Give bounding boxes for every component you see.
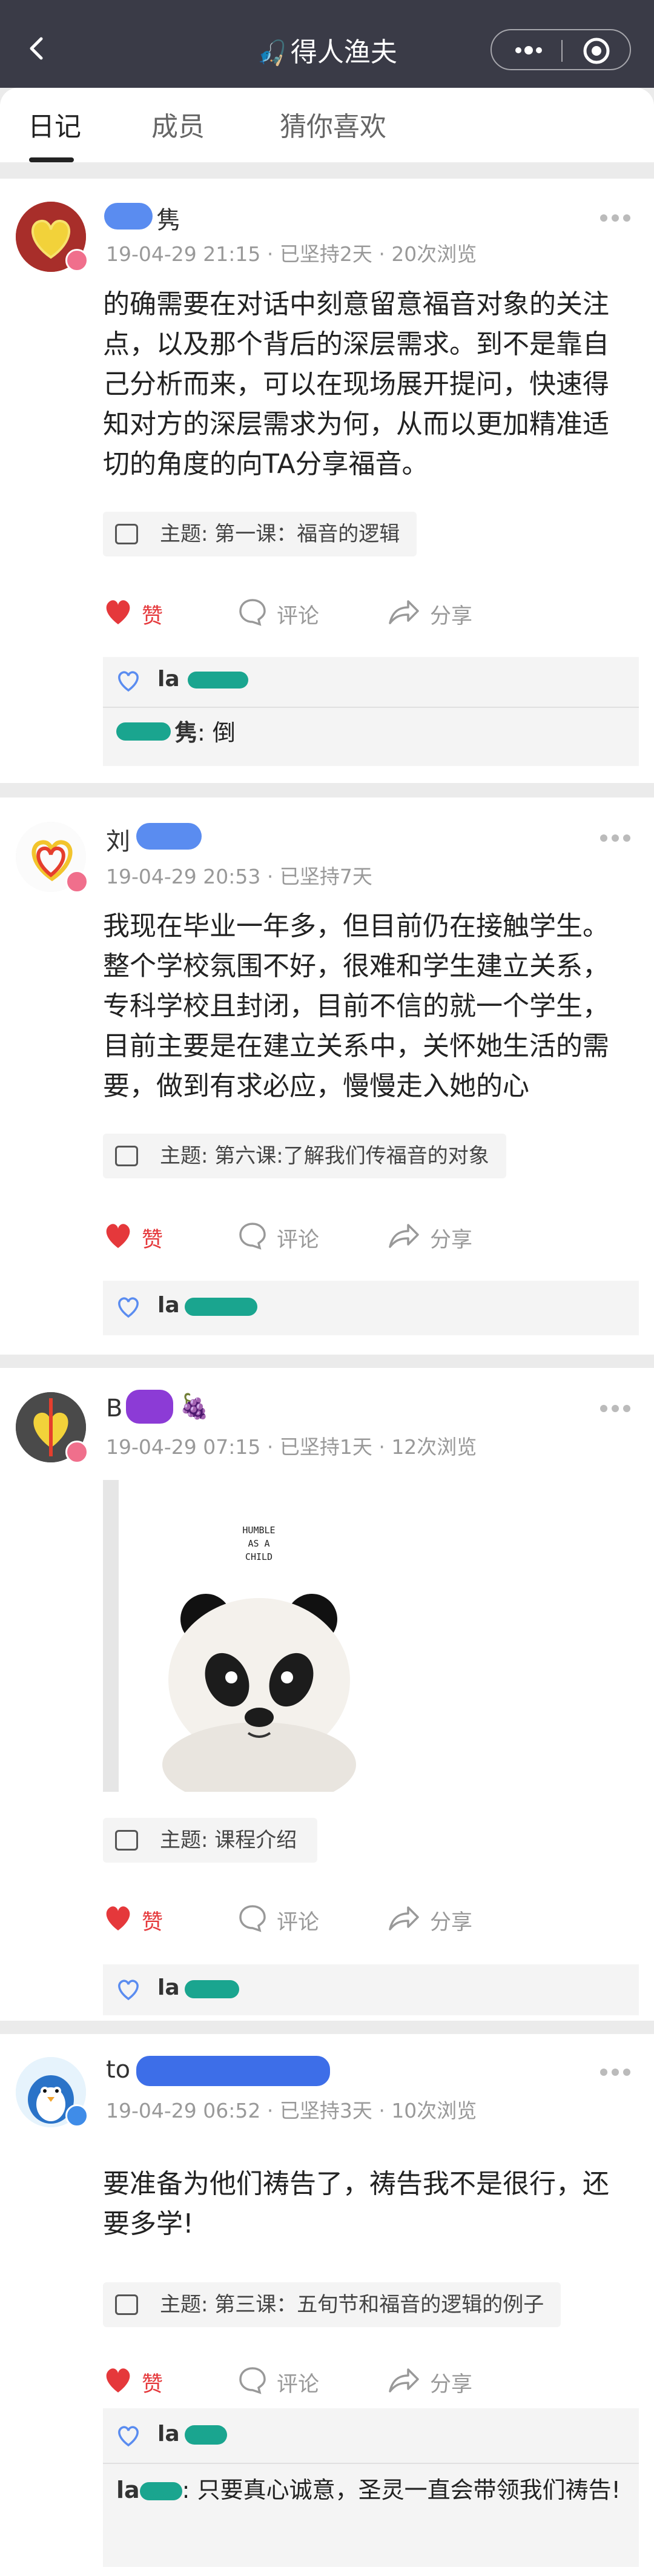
divider [103, 2463, 639, 2464]
heart-outline-icon [118, 2426, 139, 2447]
like-button[interactable]: 赞 [103, 1221, 176, 1252]
diary-post: B 🍇 19-04-29 07:15 · 已坚持1天 · 12次浏览 HUMBL… [0, 1368, 654, 2021]
liker-name[interactable]: la [157, 1975, 180, 2000]
redacted-name [139, 2482, 182, 2500]
topic-tag[interactable]: 主题: 第六课:了解我们传福音的对象 [103, 1134, 506, 1178]
comment-bubble-icon [239, 1905, 266, 1932]
redacted-name [136, 823, 202, 850]
post-meta: 19-04-29 20:53 · 已坚持7天 [106, 865, 372, 888]
capsule-divider [561, 40, 563, 62]
heart-filled-icon [106, 2368, 130, 2393]
topic-tag[interactable]: 主题: 课程介绍 [103, 1818, 318, 1863]
close-target-icon[interactable] [583, 37, 610, 65]
redacted-name [136, 2056, 330, 2086]
heart-outline-icon [118, 1980, 139, 2001]
share-button[interactable]: 分享 [388, 2366, 484, 2397]
likes-list: la [103, 1281, 639, 1335]
share-button[interactable]: 分享 [388, 598, 484, 629]
gender-badge [65, 1441, 88, 1464]
redacted-name [104, 203, 153, 230]
gender-badge [65, 2104, 88, 2127]
topic-tag[interactable]: 主题: 第一课：福音的逻辑 [103, 512, 417, 556]
tab-recommended[interactable]: 猜你喜欢 [280, 105, 386, 144]
redacted-name [185, 2425, 227, 2445]
post-more-icon[interactable] [600, 2068, 631, 2076]
likes-and-comments: la la: 只要真心诚意，圣灵一直会带领我们祷告! [103, 2408, 639, 2567]
share-button[interactable]: 分享 [388, 1221, 484, 1252]
post-more-icon[interactable] [600, 214, 631, 222]
share-arrow-icon [389, 2368, 419, 2393]
comment-button[interactable]: 评论 [238, 1904, 335, 1935]
tab-diary[interactable]: 日记 [28, 105, 81, 144]
mini-program-capsule [490, 29, 631, 70]
liker-name[interactable]: la [157, 2422, 180, 2446]
share-button[interactable]: 分享 [388, 1904, 484, 1935]
user-name[interactable]: B [106, 1395, 122, 1422]
redacted-name [126, 1390, 173, 1424]
share-arrow-icon [389, 600, 419, 624]
post-more-icon[interactable] [600, 834, 631, 842]
redacted-name [116, 722, 171, 741]
share-arrow-icon [389, 1906, 419, 1930]
tab-bar: 日记 成员 猜你喜欢 [0, 88, 654, 163]
top-navigation-bar: 🎣 得人渔夫 [0, 0, 654, 88]
comment[interactable]: la: 只要真心诚意，圣灵一直会带领我们祷告! [116, 2470, 626, 2510]
heart-outline-icon [118, 671, 139, 692]
liker-name[interactable]: la [157, 667, 180, 692]
diary-post: to 19-04-29 06:52 · 已坚持3天 · 10次浏览 要准备为他们… [0, 2034, 654, 2576]
post-content: 要准备为他们祷告了，祷告我不是很行，还要多学! [103, 2168, 609, 2239]
post-photo[interactable]: HUMBLE AS A CHILD [103, 1480, 415, 1792]
comment-bubble-icon [239, 1223, 266, 1250]
user-name[interactable]: 隽 [156, 200, 180, 236]
fishing-emoji-icon: 🎣 [257, 39, 287, 67]
likes-list: la [103, 1964, 639, 2015]
active-tab-indicator [29, 157, 74, 162]
heart-filled-icon [106, 1906, 130, 1930]
quote-icon [115, 1146, 138, 1166]
quote-icon [115, 1830, 138, 1851]
like-button[interactable]: 赞 [103, 2366, 176, 2397]
name-emoji: 🍇 [179, 1393, 210, 1421]
gender-badge [65, 870, 88, 893]
post-more-icon[interactable] [600, 1404, 631, 1413]
post-meta: 19-04-29 06:52 · 已坚持3天 · 10次浏览 [106, 2099, 477, 2122]
comment-button[interactable]: 评论 [238, 598, 335, 629]
diary-post: 隽 19-04-29 21:15 · 已坚持2天 · 20次浏览 的确需要在对话… [0, 179, 654, 783]
redacted-name [188, 672, 248, 689]
user-name[interactable]: to [106, 2056, 130, 2084]
comment[interactable]: 隽: 倒 [174, 713, 626, 753]
comment-bubble-icon [239, 2367, 266, 2394]
gender-badge [65, 249, 88, 272]
quote-icon [115, 2294, 138, 2315]
likes-and-comments: la 隽: 倒 [103, 657, 639, 766]
divider [103, 707, 639, 708]
like-button[interactable]: 赞 [103, 1904, 176, 1935]
comment-button[interactable]: 评论 [238, 1221, 335, 1252]
redacted-name [185, 1298, 257, 1316]
more-menu-icon[interactable] [514, 41, 544, 59]
heart-filled-icon [106, 1224, 130, 1248]
topic-tag[interactable]: 主题: 第三课：五旬节和福音的逻辑的例子 [103, 2282, 561, 2327]
like-button[interactable]: 赞 [103, 598, 176, 629]
panda-illustration [162, 1594, 356, 1792]
heart-outline-icon [118, 1297, 139, 1318]
post-meta: 19-04-29 21:15 · 已坚持2天 · 20次浏览 [106, 242, 477, 266]
post-meta: 19-04-29 07:15 · 已坚持1天 · 12次浏览 [106, 1435, 477, 1459]
comment-bubble-icon [239, 599, 266, 626]
post-content: 我现在毕业一年多，但目前仍在接触学生。整个学校氛围不好，很难和学生建立关系，专科… [103, 911, 609, 1101]
liker-name[interactable]: la [157, 1293, 180, 1318]
user-name[interactable]: 刘 [106, 822, 130, 857]
quote-icon [115, 524, 138, 544]
diary-post: 刘 19-04-29 20:53 · 已坚持7天 我现在毕业一年多，但目前仍在接… [0, 798, 654, 1355]
heart-filled-icon [106, 600, 130, 624]
redacted-name [185, 1980, 239, 1998]
comment-button[interactable]: 评论 [238, 2366, 335, 2397]
tab-members[interactable]: 成员 [151, 105, 205, 144]
post-content: 的确需要在对话中刻意留意福音对象的关注点，以及那个背后的深层需求。到不是靠自己分… [103, 289, 609, 480]
share-arrow-icon [389, 1224, 419, 1248]
